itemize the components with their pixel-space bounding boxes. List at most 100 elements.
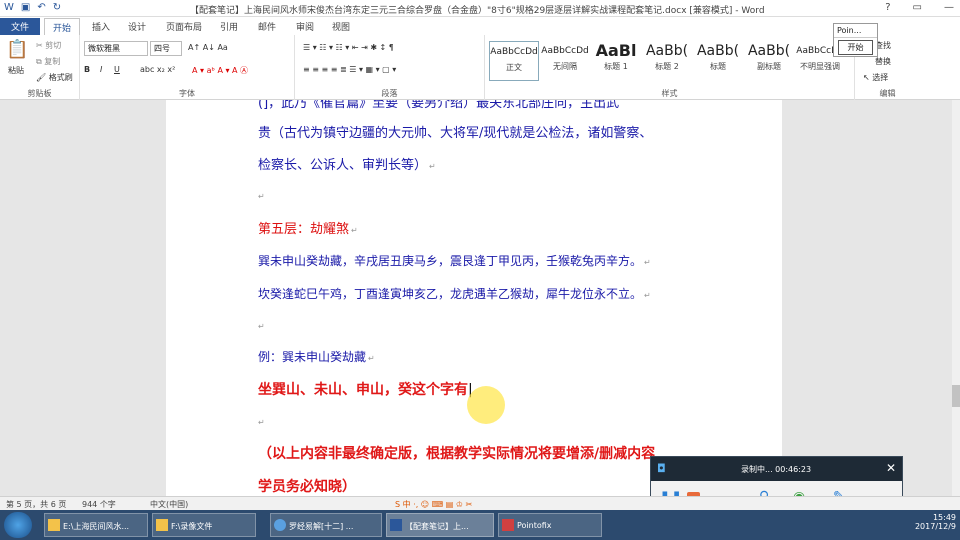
tab-review[interactable]: 审阅 [288,18,322,35]
pointofix-icon [502,519,514,531]
undo-icon[interactable]: ↶ [37,2,45,13]
style-gallery-item[interactable]: AaBb(副标题 [744,41,794,81]
paragraph-label: 段落 [381,89,398,98]
start-button[interactable] [4,512,32,538]
taskbar-item-explorer-2[interactable]: F:\录像文件 [152,513,256,537]
bold-red-line-1: 坐巽山、未山、申山，癸这个字有| [258,382,473,398]
paste-button[interactable]: 粘贴 [8,65,24,76]
editing-label: 编辑 [879,89,896,98]
doc-line-2: 检察长、公诉人、审判长等） ↵ [258,158,436,173]
system-tray: 15:49 2017/12/9 [915,513,956,531]
pointer-highlight [467,386,505,424]
copy-button[interactable]: ⧉ 复制 [36,56,60,67]
tab-file[interactable]: 文件 [0,18,40,35]
scrollbar-thumb[interactable] [952,385,960,407]
style-sample: AaBbCcDd [490,47,538,57]
bold-red-line-3: 学员务必知晓） [258,479,356,495]
status-bar: 第 5 页，共 6 页 944 个字 中文(中国) S 中 ·, ☺ ⌨ ▤ ♔… [0,496,960,510]
tab-view[interactable]: 视图 [324,18,358,35]
style-name: 标题 [710,62,726,71]
cut-button[interactable]: ✂ 剪切 [36,40,61,51]
format-painter-button[interactable]: 🖌 格式刷 [36,72,73,83]
ribbon-display-icon[interactable]: ▭ [913,2,922,13]
style-gallery-item[interactable]: AaBbCcDd 正文 [489,41,539,81]
tab-design[interactable]: 设计 [120,18,154,35]
taskbar-item-pointofix[interactable]: Pointofix [498,513,602,537]
doc-line-1: 贵（古代为镇守边疆的大元帅、大将军/现代就是公检法，诸如警察、 [258,126,653,141]
bold-red-line-2: （以上内容非最终确定版，根据教学实际情况将要增添/删减内容 [258,446,656,462]
taskbar-item-word[interactable]: 【配套笔记】上... [386,513,494,537]
style-gallery-item[interactable]: AaBb( 标题 [693,41,743,81]
taskbar-item-explorer-1[interactable]: E:\上海民间风水... [44,513,148,537]
title-bar: W ▣ ↶ ↻ 【配套笔记】上海民间风水师宋俊杰台湾东定三元三合综合罗盘（合金盘… [0,0,960,17]
styles-label: 样式 [661,89,678,98]
style-gallery-item[interactable]: AaBbCcDd 无间隔 [540,41,590,81]
window-controls: ? ▭ — [885,2,954,13]
pointofix-start-button[interactable]: 开始 [838,40,873,55]
bold-button[interactable]: B [84,65,90,74]
style-name: 标题 2 [655,62,679,71]
tab-references[interactable]: 引用 [212,18,246,35]
ime-toolbar-icon[interactable]: S 中 ·, ☺ ⌨ ▤ ♔ ✂ [395,499,472,510]
paragraph-group: ☰ ▾ ☷ ▾ ☷ ▾ ⇤ ⇥ ✱ ↕ ¶ ≡ ≡ ≡ ≡ ≣ ☰ ▾ ▦ ▾ … [295,35,485,100]
doc-line-4: 坎癸逢蛇巳午鸡，丁酉逢寅坤亥乙，龙虎遇羊乙猴劫，犀牛龙位永不立。 ↵ [258,287,651,301]
bullets-icon[interactable]: ☰ ▾ ☷ ▾ ☷ ▾ ⇤ ⇥ ✱ ↕ ¶ [303,43,394,52]
style-name: 无间隔 [553,62,577,71]
tab-home[interactable]: 开始 [44,18,81,35]
italic-button[interactable]: I [100,65,102,74]
recorder-status: 录制中... 00:46:23 [741,465,812,474]
player-icon [274,519,286,531]
strikethrough-button[interactable]: abc x₂ x² [140,65,175,74]
style-gallery-item[interactable]: AaBl 标题 1 [591,41,641,81]
window-title: 【配套笔记】上海民间风水师宋俊杰台湾东定三元三合综合罗盘（合金盘）"8寸6"规格… [190,6,765,16]
close-icon[interactable]: ✕ [886,461,896,475]
paste-icon[interactable]: 📋 [6,39,28,60]
vertical-scrollbar[interactable] [952,100,960,496]
redo-icon[interactable]: ↻ [53,2,61,13]
clock-date[interactable]: 2017/12/9 [915,522,956,531]
font-size-select[interactable]: 四号 [150,41,182,56]
word-icon: W [4,2,14,13]
font-label: 字体 [179,89,195,98]
replace-button[interactable]: 替换 [875,56,891,67]
ribbon: 📋 粘贴 ✂ 剪切 ⧉ 复制 🖌 格式刷 剪贴板 微软雅黑 四号 A↑ A↓ A… [0,35,960,100]
save-icon[interactable]: ▣ [21,2,30,13]
example-line: 例：巽未申山癸劫藏 ↵ [258,350,375,364]
heading-layer-5: 第五层：劫耀煞 ↵ [258,222,358,237]
font-group: 微软雅黑 四号 A↑ A↓ Aa B I U abc x₂ x² A ▾ aᵇ … [80,35,295,100]
clock-time[interactable]: 15:49 [915,513,956,522]
tab-mailings[interactable]: 邮件 [250,18,284,35]
ribbon-tabs: 文件 开始 插入 设计 页面布局 引用 邮件 审阅 视图 [0,17,960,35]
styles-group: AaBbCcDd 正文 AaBbCcDd 无间隔 AaBl 标题 1 AaBb(标题 2 Aa… [485,35,855,100]
underline-button[interactable]: U [114,65,120,74]
language[interactable]: 中文(中国) [150,499,188,510]
help-icon[interactable]: ? [885,2,890,13]
style-gallery-item[interactable]: AaBb( 标题 2 [642,41,692,81]
quick-access-toolbar: W ▣ ↶ ↻ [4,2,61,13]
minimize-icon[interactable]: — [944,2,954,13]
style-sample: AaBb( [696,43,740,59]
style-sample: AaBbCcDd [541,46,589,56]
doc-line-3: 巽未申山癸劫藏，辛戌居丑庚马乡，震艮逢丁甲见丙，壬猴乾兔丙辛方。 ↵ [258,254,651,268]
word-icon [390,519,402,531]
style-name: 副标题 [757,62,781,71]
pointofix-popup: Poin... 开始 [833,23,878,57]
document-page[interactable]: (]，此乃《催官篇》至要（要另介绍）最关东北部庄向，主出武 贵（古代为镇守边疆的… [166,100,782,496]
taskbar-item-player[interactable]: 罗经易解[十二] ... [270,513,382,537]
grow-font-icon[interactable]: A↑ A↓ Aa [188,43,228,52]
font-name-select[interactable]: 微软雅黑 [84,41,148,56]
word-count[interactable]: 944 个字 [82,499,116,510]
style-name: 正文 [506,63,522,72]
tab-layout[interactable]: 页面布局 [158,18,210,35]
align-left-icon[interactable]: ≡ ≡ ≡ ≡ ≣ ☰ ▾ ▦ ▾ ▢ ▾ [303,65,396,74]
page-count[interactable]: 第 5 页，共 6 页 [6,499,66,510]
select-button[interactable]: ↖ 选择 [863,72,888,83]
tab-insert[interactable]: 插入 [84,18,118,35]
style-sample: AaBb( [645,43,689,59]
paragraph-mark: ↵ [258,322,265,331]
clipboard-label: 剪贴板 [27,89,52,98]
camera-icon: ◘ [657,462,666,475]
font-color-icon[interactable]: A ▾ aᵇ A ▾ A Ⓐ [192,65,248,76]
pointofix-title: Poin... [834,24,877,38]
folder-icon [48,519,60,531]
